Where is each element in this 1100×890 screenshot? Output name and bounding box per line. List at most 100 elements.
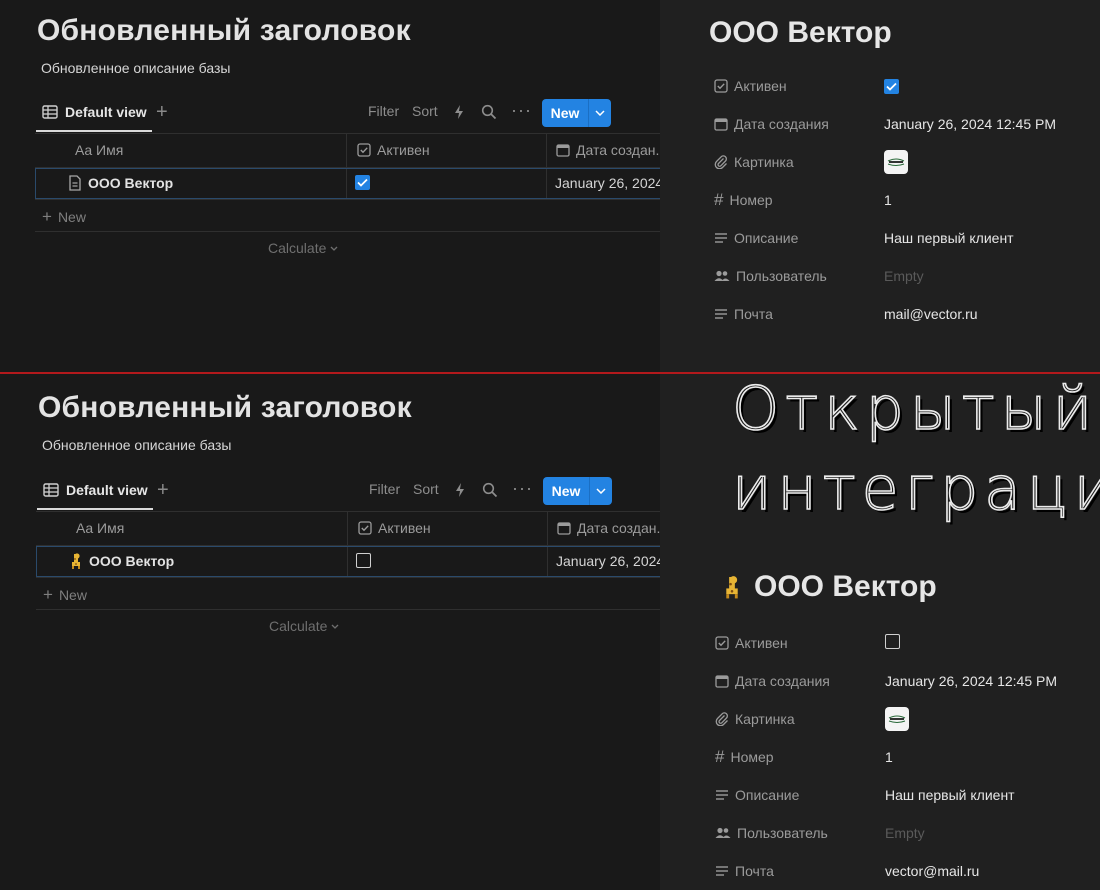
add-view-icon[interactable]: + xyxy=(157,480,169,500)
column-header-name[interactable]: Aa Имя xyxy=(76,520,124,536)
checkbox-property-icon xyxy=(714,79,728,93)
property-date[interactable]: Дата создания January 26, 2024 12:45 PM xyxy=(715,670,1100,692)
plus-icon: + xyxy=(43,585,53,604)
text-lines-icon xyxy=(714,232,728,244)
chevron-down-icon xyxy=(331,624,339,629)
database-description[interactable]: Обновленное описание базы xyxy=(42,437,231,453)
property-image[interactable]: Картинка xyxy=(715,707,1100,731)
new-button-label: New xyxy=(551,483,581,499)
column-header-date[interactable]: Дата создан... xyxy=(557,520,668,536)
table-row-name-cell[interactable]: ООО Вектор xyxy=(68,175,173,191)
checkbox-property-icon xyxy=(358,521,372,535)
new-button[interactable]: New xyxy=(543,477,612,505)
property-mail[interactable]: Почта vector@mail.ru xyxy=(715,860,1100,882)
database-view: Обновленный заголовок Обновленное описан… xyxy=(0,374,668,890)
tab-default-view-label: Default view xyxy=(66,482,148,498)
new-button[interactable]: New xyxy=(542,99,611,127)
bottom-screenshot: Обновленный заголовок Обновленное описан… xyxy=(0,374,1100,890)
add-view-icon[interactable]: + xyxy=(156,102,168,122)
property-mail[interactable]: Почта mail@vector.ru xyxy=(714,303,1100,325)
database-view: Обновленный заголовок Обновленное описан… xyxy=(0,0,667,372)
sort-button[interactable]: Sort xyxy=(412,103,438,119)
more-options-icon[interactable]: ··· xyxy=(512,478,533,499)
add-row-button[interactable]: + New xyxy=(43,585,87,605)
people-icon xyxy=(715,827,731,839)
text-lines-icon xyxy=(715,865,729,877)
property-active[interactable]: Активен xyxy=(715,632,1100,654)
search-icon[interactable] xyxy=(482,482,498,498)
more-options-icon[interactable]: ··· xyxy=(511,100,532,121)
active-checkbox[interactable] xyxy=(356,553,371,568)
property-date[interactable]: Дата создания January 26, 2024 12:45 PM xyxy=(714,113,1100,135)
text-lines-icon xyxy=(714,308,728,320)
checkbox-property-icon xyxy=(357,143,371,157)
image-thumbnail[interactable] xyxy=(884,150,908,174)
table-top-border xyxy=(36,511,661,512)
add-row-button[interactable]: + New xyxy=(42,207,86,227)
date-cell[interactable]: January 26, 2024 xyxy=(556,553,664,569)
property-number[interactable]: # Номер 1 xyxy=(715,746,1100,768)
column-header-active[interactable]: Активен xyxy=(357,142,430,158)
automation-bolt-icon[interactable] xyxy=(454,482,466,498)
property-user[interactable]: Пользователь Empty xyxy=(714,265,1100,287)
database-title[interactable]: Обновленный заголовок xyxy=(37,14,411,48)
page-document-icon xyxy=(68,175,82,191)
checkbox-unchecked xyxy=(356,553,371,568)
active-checkbox[interactable] xyxy=(355,175,370,190)
date-cell[interactable]: January 26, 2024 xyxy=(555,175,663,191)
filter-button[interactable]: Filter xyxy=(369,481,400,497)
active-tab-indicator xyxy=(37,508,153,510)
table-icon xyxy=(43,483,59,497)
checkbox-checked[interactable] xyxy=(884,79,899,94)
calendar-icon xyxy=(714,117,728,131)
checkbox-unchecked[interactable] xyxy=(885,634,900,649)
calculate-button[interactable]: Calculate xyxy=(269,618,339,634)
table-row-name-cell[interactable]: ООО Вектор xyxy=(69,553,174,569)
top-screenshot: Обновленный заголовок Обновленное описан… xyxy=(0,0,1100,372)
image-thumbnail[interactable] xyxy=(885,707,909,731)
tab-default-view[interactable]: Default view xyxy=(43,482,148,498)
database-title[interactable]: Обновленный заголовок xyxy=(38,391,412,425)
filter-button[interactable]: Filter xyxy=(368,103,399,119)
overlay-caption-line-2: интеграци xyxy=(731,453,1100,525)
new-button-label: New xyxy=(550,105,580,121)
property-active[interactable]: Активен xyxy=(714,75,1100,97)
paperclip-icon xyxy=(715,712,729,726)
property-description[interactable]: Описание Наш первый клиент xyxy=(715,784,1100,806)
hash-icon: # xyxy=(714,190,724,209)
plus-icon: + xyxy=(42,207,52,226)
database-description[interactable]: Обновленное описание базы xyxy=(41,60,230,76)
table-top-border xyxy=(35,133,660,134)
property-description[interactable]: Описание Наш первый клиент xyxy=(714,227,1100,249)
page-title[interactable]: ООО Вектор xyxy=(722,570,937,604)
automation-bolt-icon[interactable] xyxy=(453,104,465,120)
giraffe-emoji-icon[interactable] xyxy=(722,574,742,600)
chevron-down-icon xyxy=(330,246,338,251)
calendar-icon xyxy=(557,521,571,535)
chevron-down-icon[interactable] xyxy=(589,110,611,116)
property-number[interactable]: # Номер 1 xyxy=(714,189,1100,211)
table-icon xyxy=(42,105,58,119)
tab-default-view-label: Default view xyxy=(65,104,147,120)
overlay-caption-line-1: Открытый xyxy=(731,374,1099,445)
checkbox-property-icon xyxy=(715,636,729,650)
active-tab-indicator xyxy=(36,130,152,132)
search-icon[interactable] xyxy=(481,104,497,120)
calculate-button[interactable]: Calculate xyxy=(268,240,338,256)
people-icon xyxy=(714,270,730,282)
column-header-name[interactable]: Aa Имя xyxy=(75,142,123,158)
chevron-down-icon[interactable] xyxy=(590,488,612,494)
column-header-active[interactable]: Активен xyxy=(358,520,431,536)
calendar-icon xyxy=(556,143,570,157)
property-image[interactable]: Картинка xyxy=(714,150,1100,174)
calendar-icon xyxy=(715,674,729,688)
text-lines-icon xyxy=(715,789,729,801)
property-user[interactable]: Пользователь Empty xyxy=(715,822,1100,844)
giraffe-emoji-icon xyxy=(69,553,83,569)
page-title[interactable]: ООО Вектор xyxy=(709,16,892,50)
page-peek-panel: Открытый интеграци ООО Вектор Активен Да… xyxy=(660,374,1100,890)
tab-default-view[interactable]: Default view xyxy=(42,104,147,120)
sort-button[interactable]: Sort xyxy=(413,481,439,497)
column-header-date[interactable]: Дата создан... xyxy=(556,142,667,158)
paperclip-icon xyxy=(714,155,728,169)
